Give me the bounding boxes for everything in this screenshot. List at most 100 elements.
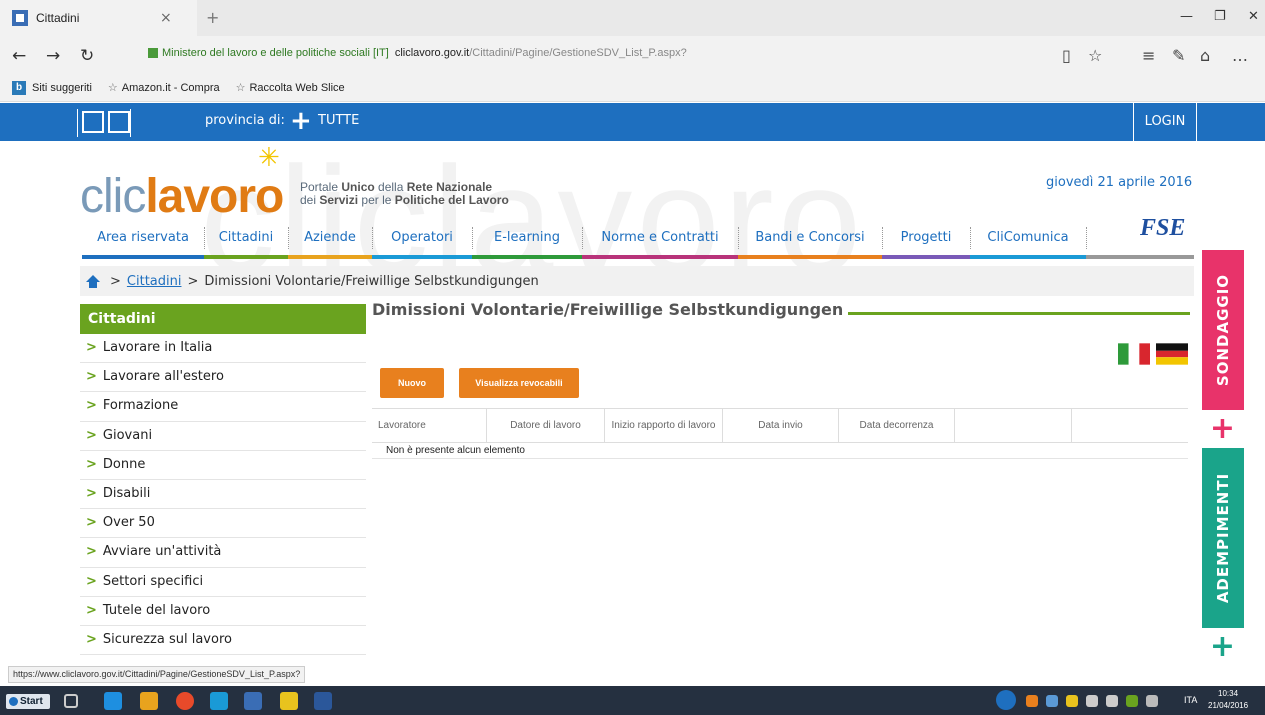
sidebar-item-over-50[interactable]: > Over 50 <box>80 509 366 539</box>
url-domain: cliclavoro.gov.it <box>394 47 470 59</box>
sidebar-item-formazione[interactable]: > Formazione <box>80 392 366 422</box>
web-note-icon[interactable]: ✎ <box>1172 46 1185 65</box>
plus-icon[interactable]: + <box>1202 628 1244 666</box>
sidebar-item-giovani[interactable]: > Giovani <box>80 422 366 451</box>
chevron-right-icon: > <box>86 427 97 443</box>
more-icon[interactable]: … <box>1232 46 1248 65</box>
sidebar-item-donne[interactable]: > Donne <box>80 451 366 480</box>
menu-aziende[interactable]: Aziende <box>288 225 373 261</box>
help-icon[interactable] <box>996 690 1016 710</box>
app-icon[interactable] <box>244 692 262 710</box>
word-icon[interactable] <box>314 692 332 710</box>
sidebar-item-lavorare-italia[interactable]: > Lavorare in Italia <box>80 334 366 364</box>
sidebar-item-tutele-lavoro[interactable]: > Tutele del lavoro <box>80 597 366 626</box>
tray-icon[interactable] <box>1126 695 1138 707</box>
chevron-right-icon: > <box>86 631 97 647</box>
hub-icon[interactable]: ≡ <box>1142 46 1155 65</box>
chevron-right-icon: > <box>86 573 97 589</box>
sidebar-item-avviare-attivita[interactable]: > Avviare un'attività <box>80 538 366 568</box>
restore-icon[interactable]: ❐ <box>1214 9 1226 24</box>
menu-bandi-concorsi[interactable]: Bandi e Concorsi <box>738 225 883 261</box>
col-data-decorrenza[interactable]: Data decorrenza <box>839 409 955 443</box>
chevron-right-icon: > <box>86 340 97 355</box>
home-icon[interactable] <box>82 111 104 133</box>
col-inizio-rapporto[interactable]: Inizio rapporto di lavoro <box>605 409 723 443</box>
german-flag-icon[interactable] <box>1156 343 1188 365</box>
taskbar-clock[interactable]: 10:34 21/04/2016 <box>1208 688 1248 712</box>
menu-e-learning[interactable]: E-learning <box>472 225 583 261</box>
reading-view-icon[interactable]: ▯ <box>1062 46 1071 65</box>
favorites-bar: b Siti suggeriti ☆ Amazon.it - Compra ☆ … <box>0 74 1265 102</box>
browser-tab[interactable]: Cittadini × <box>0 0 197 36</box>
login-button[interactable]: LOGIN <box>1133 103 1197 141</box>
task-view-icon[interactable] <box>64 694 78 708</box>
menu-clicomunica[interactable]: CliComunica <box>970 225 1087 261</box>
sidebar-item-lavorare-estero[interactable]: > Lavorare all'estero <box>80 363 366 393</box>
browser-window: Cittadini × + — ❐ ✕ ← → ↻ Ministero del … <box>0 0 1265 715</box>
sidebar-title: Cittadini <box>80 304 366 334</box>
italian-flag-icon[interactable] <box>1118 343 1150 365</box>
menu-operatori[interactable]: Operatori <box>372 225 473 261</box>
menu-norme-contratti[interactable]: Norme e Contratti <box>582 225 739 261</box>
tray-icon[interactable] <box>1046 695 1058 707</box>
menu-progetti[interactable]: Progetti <box>882 225 971 261</box>
sidebar-item-settori-specifici[interactable]: > Settori specifici <box>80 568 366 597</box>
menu-cittadini[interactable]: Cittadini <box>204 225 289 261</box>
back-icon[interactable]: ← <box>12 46 26 66</box>
favorite-star-icon[interactable]: ☆ <box>1088 46 1102 65</box>
chevron-right-icon: > <box>86 369 97 385</box>
file-explorer-icon[interactable] <box>140 692 158 710</box>
chevron-right-icon: > <box>86 515 97 531</box>
lock-icon <box>148 48 158 59</box>
folder-icon[interactable] <box>280 692 298 710</box>
title-underline <box>848 312 1190 315</box>
favorite-siti-suggeriti[interactable]: Siti suggeriti <box>32 82 92 94</box>
adempimenti-tab[interactable]: ADEMPIMENTI + <box>1202 448 1244 682</box>
minimize-icon[interactable]: — <box>1180 9 1193 24</box>
bing-icon: b <box>12 80 26 95</box>
site-logo[interactable]: cliclavoro <box>80 169 284 224</box>
url-path: /Cittadini/Pagine/GestioneSDV_List_P.asp… <box>469 47 687 59</box>
col-data-invio[interactable]: Data invio <box>723 409 839 443</box>
sidebar: Cittadini > Lavorare in Italia > Lavorare … <box>80 304 366 656</box>
edge-icon[interactable] <box>104 692 122 710</box>
network-icon[interactable] <box>1086 695 1098 707</box>
plus-icon[interactable]: + <box>1202 410 1244 448</box>
breadcrumb-current: Dimissioni Volontarie/Freiwillige Selbst… <box>204 273 539 289</box>
sidebar-item-disabili[interactable]: > Disabili <box>80 480 366 510</box>
col-datore[interactable]: Datore di lavoro <box>487 409 605 443</box>
ie-icon[interactable] <box>210 692 228 710</box>
site-header: cliclavoro ✳ cliclavoro Portale Unico de… <box>0 135 1265 303</box>
home-icon[interactable] <box>86 274 100 288</box>
breadcrumb: > Cittadini > Dimissioni Volontarie/Frei… <box>80 266 1194 296</box>
menu-area-riservata[interactable]: Area riservata <box>82 225 205 261</box>
favorite-amazon[interactable]: Amazon.it - Compra <box>122 82 220 94</box>
language-indicator[interactable]: ITA <box>1184 695 1197 705</box>
breadcrumb-separator: > <box>110 273 121 289</box>
volume-icon[interactable] <box>1106 695 1118 707</box>
favorite-web-slice[interactable]: Raccolta Web Slice <box>249 82 344 94</box>
star-icon: ☆ <box>235 82 246 94</box>
sidebar-item-sicurezza-lavoro[interactable]: > Sicurezza sul lavoro <box>80 626 366 656</box>
tab-close-icon[interactable]: × <box>160 10 172 26</box>
tab-title: Cittadini <box>36 11 80 25</box>
share-icon[interactable]: ⌂ <box>1200 46 1210 65</box>
dimissioni-table: Lavoratore Datore di lavoro Inizio rappo… <box>372 408 1188 459</box>
col-lavoratore[interactable]: Lavoratore <box>372 409 487 443</box>
tray-icon[interactable] <box>1026 695 1038 707</box>
notifications-icon[interactable] <box>1146 695 1158 707</box>
start-button[interactable]: Start <box>6 694 50 709</box>
chevron-right-icon: > <box>86 398 97 414</box>
chrome-icon[interactable] <box>176 692 194 710</box>
show-revocable-button[interactable]: Visualizza revocabili <box>459 368 579 398</box>
url-field[interactable]: Ministero del lavoro e delle politiche s… <box>148 47 687 59</box>
tray-icon[interactable] <box>1066 695 1078 707</box>
new-button[interactable]: Nuovo <box>380 368 444 398</box>
breadcrumb-link-cittadini[interactable]: Cittadini <box>127 274 182 289</box>
province-value[interactable]: TUTTE <box>318 113 359 128</box>
refresh-icon[interactable]: ↻ <box>80 46 94 66</box>
forward-icon[interactable]: → <box>46 46 60 66</box>
close-window-icon[interactable]: ✕ <box>1248 9 1259 24</box>
mail-icon[interactable] <box>108 111 130 133</box>
new-tab-button[interactable]: + <box>206 8 219 27</box>
